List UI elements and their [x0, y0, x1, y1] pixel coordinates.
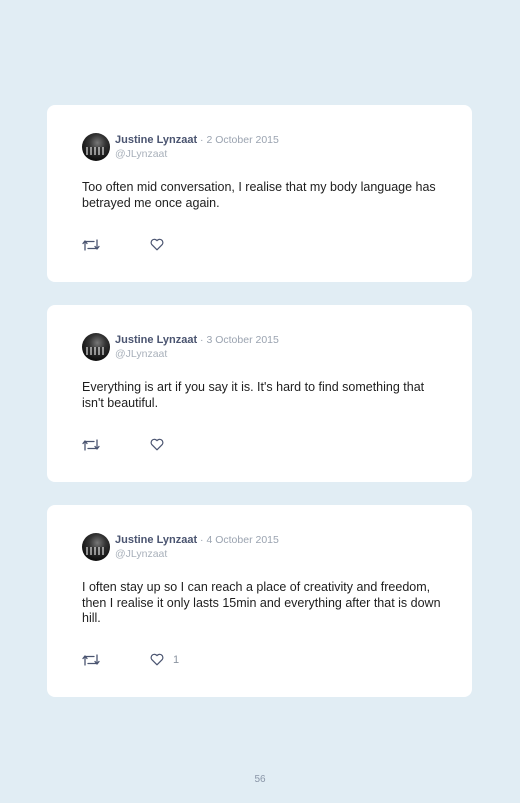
retweet-icon[interactable] [82, 238, 100, 252]
author-line: Justine Lynzaat · 4 October 2015 [115, 534, 279, 546]
tweet-actions: 1 [82, 653, 179, 667]
avatar[interactable] [82, 333, 110, 361]
tweet-text: I often stay up so I can reach a place o… [82, 580, 441, 625]
like-count: 1 [173, 654, 180, 666]
page-number: 56 [254, 774, 266, 785]
heart-icon[interactable] [150, 438, 164, 452]
author-handle[interactable]: @JLynzaat [115, 348, 167, 360]
author-line: Justine Lynzaat · 2 October 2015 [115, 134, 279, 146]
author-line: Justine Lynzaat · 3 October 2015 [115, 334, 279, 346]
tweet-text: Everything is art if you say it is. It's… [82, 380, 425, 410]
heart-icon[interactable] [150, 238, 164, 252]
retweet-icon[interactable] [82, 438, 100, 452]
retweet-icon[interactable] [82, 653, 100, 667]
tweet-date[interactable]: · 3 October 2015 [197, 334, 279, 346]
tweet-card: Justine Lynzaat · 4 October 2015 @JLynza… [47, 505, 472, 697]
avatar[interactable] [82, 533, 110, 561]
author-handle[interactable]: @JLynzaat [115, 148, 167, 160]
avatar[interactable] [82, 133, 110, 161]
author-name[interactable]: Justine Lynzaat [115, 134, 197, 146]
tweet-actions [82, 438, 173, 452]
tweet-card: Justine Lynzaat · 3 October 2015 @JLynza… [47, 305, 472, 482]
author-name[interactable]: Justine Lynzaat [115, 534, 197, 546]
author-handle[interactable]: @JLynzaat [115, 548, 167, 560]
tweet-date[interactable]: · 4 October 2015 [197, 534, 279, 546]
author-name[interactable]: Justine Lynzaat [115, 334, 197, 346]
tweet-actions [82, 238, 173, 252]
tweet-text: Too often mid conversation, I realise th… [82, 180, 436, 210]
heart-icon[interactable] [150, 653, 164, 667]
tweet-date[interactable]: · 2 October 2015 [197, 134, 279, 146]
tweet-card: Justine Lynzaat · 2 October 2015 @JLynza… [47, 105, 472, 282]
